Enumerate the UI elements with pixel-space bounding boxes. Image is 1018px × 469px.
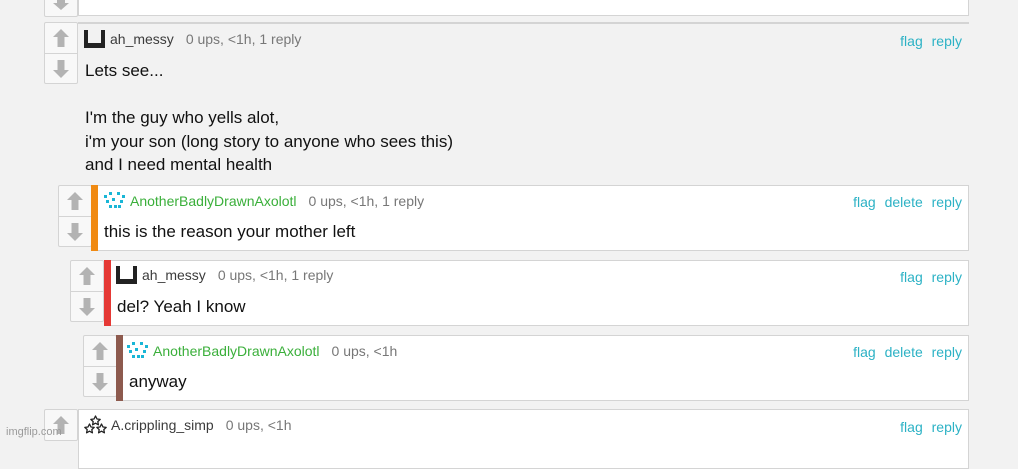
stars-avatar-icon[interactable]: [84, 415, 107, 435]
username-link[interactable]: ah_messy: [142, 267, 206, 283]
comment-text: anyway: [129, 370, 187, 394]
comment-line: anyway: [129, 372, 187, 391]
comment-stats: 0 ups, <1h, 1 reply: [308, 193, 425, 209]
user-avatar-icon[interactable]: [115, 265, 138, 285]
user-avatar-icon[interactable]: [126, 341, 149, 361]
reply-link[interactable]: reply: [932, 269, 962, 285]
reply-link[interactable]: reply: [932, 419, 962, 435]
comment-meta: A.crippling_simp 0 ups, <1h: [84, 415, 292, 435]
downvote-button[interactable]: [45, 53, 77, 83]
flag-link[interactable]: flag: [853, 194, 876, 210]
downvote-button[interactable]: [84, 366, 116, 396]
reply-link[interactable]: reply: [932, 194, 962, 210]
thread-depth-bar: [91, 185, 98, 251]
previous-comment: [44, 0, 969, 17]
comment-actions: flag reply: [895, 419, 962, 435]
comment-body: A.crippling_simp 0 ups, <1h flag reply: [78, 409, 969, 469]
thread-depth-bar: [104, 260, 111, 326]
vote-box: [58, 185, 92, 247]
comment-stats: 0 ups, <1h, 1 reply: [185, 31, 302, 47]
vote-box: [44, 0, 78, 17]
comment-actions: flag delete reply: [848, 344, 962, 360]
user-avatar-icon[interactable]: [83, 29, 106, 49]
username-link[interactable]: ah_messy: [110, 31, 174, 47]
reply-comment: AnotherBadlyDrawnAxolotl 0 ups, <1h, 1 r…: [58, 185, 969, 251]
comment-stats: 0 ups, <1h: [331, 343, 398, 359]
username-link[interactable]: A.crippling_simp: [111, 417, 214, 433]
arrow-down-icon: [79, 297, 95, 316]
flag-link[interactable]: flag: [900, 419, 923, 435]
comment-body: ah_messy 0 ups, <1h, 1 reply flag reply …: [78, 22, 969, 174]
username-link[interactable]: AnotherBadlyDrawnAxolotl: [130, 193, 297, 209]
reply-link[interactable]: reply: [932, 33, 962, 49]
delete-link[interactable]: delete: [885, 194, 923, 210]
comment-line: this is the reason your mother left: [104, 222, 356, 241]
arrow-down-icon: [67, 222, 83, 241]
downvote-button[interactable]: [59, 216, 91, 246]
comment: A.crippling_simp 0 ups, <1h flag reply: [44, 409, 969, 469]
flag-link[interactable]: flag: [900, 33, 923, 49]
vote-box: [44, 22, 78, 84]
comment-body: ah_messy 0 ups, <1h, 1 reply flag reply …: [104, 260, 969, 326]
arrow-down-icon: [53, 59, 69, 78]
delete-link[interactable]: delete: [885, 344, 923, 360]
comment-body: AnotherBadlyDrawnAxolotl 0 ups, <1h, 1 r…: [91, 185, 969, 251]
comment: ah_messy 0 ups, <1h, 1 reply flag reply …: [44, 22, 969, 177]
flag-link[interactable]: flag: [900, 269, 923, 285]
username-link[interactable]: AnotherBadlyDrawnAxolotl: [153, 343, 320, 359]
comment-actions: flag delete reply: [848, 194, 962, 210]
reply-comment: AnotherBadlyDrawnAxolotl 0 ups, <1h flag…: [83, 335, 969, 401]
arrow-down-icon: [92, 372, 108, 391]
reply-link[interactable]: reply: [932, 344, 962, 360]
comment-text: Lets see... I'm the guy who yells alot, …: [85, 59, 453, 177]
comment-stats: 0 ups, <1h: [225, 417, 292, 433]
comment-line: i'm your son (long story to anyone who s…: [85, 131, 453, 151]
flag-link[interactable]: flag: [853, 344, 876, 360]
comment-meta: AnotherBadlyDrawnAxolotl 0 ups, <1h: [126, 341, 397, 361]
arrow-up-icon: [79, 267, 95, 285]
user-avatar-icon[interactable]: [103, 191, 126, 211]
comment-line: del? Yeah I know: [117, 297, 246, 316]
vote-box: [83, 335, 117, 397]
downvote-button[interactable]: [71, 291, 103, 321]
upvote-button[interactable]: [45, 23, 77, 53]
arrow-down-icon: [53, 0, 69, 10]
comment-body: [78, 0, 969, 16]
comment-line: Lets see...: [85, 61, 164, 80]
arrow-up-icon: [67, 192, 83, 210]
upvote-button[interactable]: [59, 186, 91, 216]
comment-actions: flag reply: [895, 269, 962, 285]
thread-depth-bar: [116, 335, 123, 401]
comment-meta: ah_messy 0 ups, <1h, 1 reply: [115, 265, 333, 285]
comment-meta: ah_messy 0 ups, <1h, 1 reply: [83, 29, 301, 49]
arrow-up-icon: [53, 29, 69, 47]
vote-box: [70, 260, 104, 322]
upvote-button[interactable]: [84, 336, 116, 366]
comment-line: [85, 83, 453, 107]
arrow-up-icon: [92, 342, 108, 360]
comment-stats: 0 ups, <1h, 1 reply: [217, 267, 334, 283]
comment-text: this is the reason your mother left: [104, 220, 355, 244]
comment-actions: flag reply: [895, 33, 962, 49]
comment-body: AnotherBadlyDrawnAxolotl 0 ups, <1h flag…: [116, 335, 969, 401]
comment-line: I'm the guy who yells alot,: [85, 108, 280, 127]
downvote-button[interactable]: [45, 0, 77, 16]
comment-meta: AnotherBadlyDrawnAxolotl 0 ups, <1h, 1 r…: [103, 191, 424, 211]
upvote-button[interactable]: [71, 261, 103, 291]
comment-line: and I need mental health: [85, 155, 273, 174]
comment-text: del? Yeah I know: [117, 295, 246, 319]
reply-comment: ah_messy 0 ups, <1h, 1 reply flag reply …: [70, 260, 969, 326]
imgflip-watermark: imgflip.com: [6, 426, 62, 438]
